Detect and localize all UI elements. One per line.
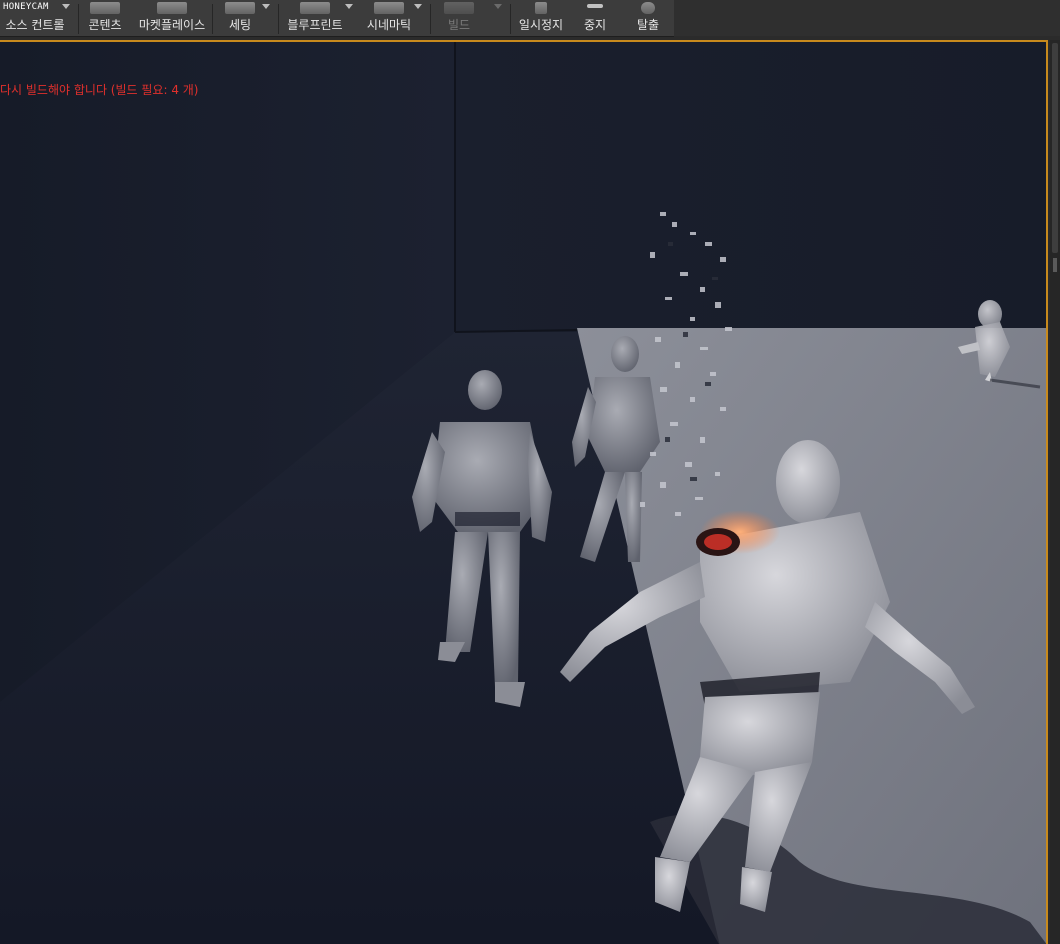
source-control-label: 소스 컨트롤 [5, 18, 65, 32]
eject-icon [641, 2, 655, 14]
cinematics-label: 시네마틱 [366, 18, 412, 32]
eject-label: 탈출 [636, 18, 660, 32]
clapperboard-icon [374, 2, 404, 14]
content-icon [90, 2, 120, 14]
pause-label: 일시정지 [518, 18, 564, 32]
level-viewport[interactable]: 다시 빌드해야 합니다 (빌드 필요: 4 개) [0, 40, 1048, 944]
settings-label: 세팅 [228, 18, 252, 32]
cinematics-button[interactable]: 시네마틱 [362, 0, 416, 36]
toolbar-divider [78, 4, 79, 34]
viewport-scrollbar[interactable] [1050, 40, 1060, 944]
settings-dropdown-icon[interactable] [262, 4, 270, 9]
pause-icon [535, 2, 547, 14]
build-label: 빌드 [447, 18, 471, 32]
toolbar-divider [212, 4, 213, 34]
gear-icon [225, 2, 255, 14]
blueprint-label: 블루프린트 [287, 18, 343, 32]
scene-render [0, 42, 1046, 944]
toolbar-empty-area [674, 0, 1060, 36]
stop-button[interactable]: 중지 [574, 0, 616, 36]
build-dropdown-icon[interactable] [494, 4, 502, 9]
toolbar-divider [278, 4, 279, 34]
scrollbar-thumb[interactable] [1052, 43, 1058, 253]
eject-button[interactable]: 탈출 [626, 0, 670, 36]
content-button[interactable]: 콘텐츠 [82, 0, 128, 36]
blueprint-button[interactable]: 블루프린트 [284, 0, 346, 36]
pause-button[interactable]: 일시정지 [516, 0, 566, 36]
scrollbar-marker [1053, 258, 1057, 272]
blueprint-icon [300, 2, 330, 14]
main-toolbar: 소스 컨트롤 콘텐츠 마켓플레이스 세팅 블루프린트 시네마틱 빌드 일시정지 … [0, 0, 674, 37]
stop-icon [587, 4, 603, 8]
settings-button[interactable]: 세팅 [218, 0, 262, 36]
marketplace-label: 마켓플레이스 [138, 18, 206, 32]
content-label: 콘텐츠 [88, 18, 122, 32]
rebuild-warning-text: 다시 빌드해야 합니다 (빌드 필요: 4 개) [0, 83, 199, 97]
build-button[interactable]: 빌드 [436, 0, 482, 36]
toolbar-divider [510, 4, 511, 34]
toolbar-divider [430, 4, 431, 34]
blueprint-dropdown-icon[interactable] [345, 4, 353, 9]
stop-label: 중지 [583, 18, 607, 32]
honeycam-watermark: HONEYCAM [3, 2, 49, 12]
cinematics-dropdown-icon[interactable] [414, 4, 422, 9]
build-icon [444, 2, 474, 14]
marketplace-icon [157, 2, 187, 14]
marketplace-button[interactable]: 마켓플레이스 [134, 0, 210, 36]
source-control-dropdown-icon[interactable] [62, 4, 70, 9]
